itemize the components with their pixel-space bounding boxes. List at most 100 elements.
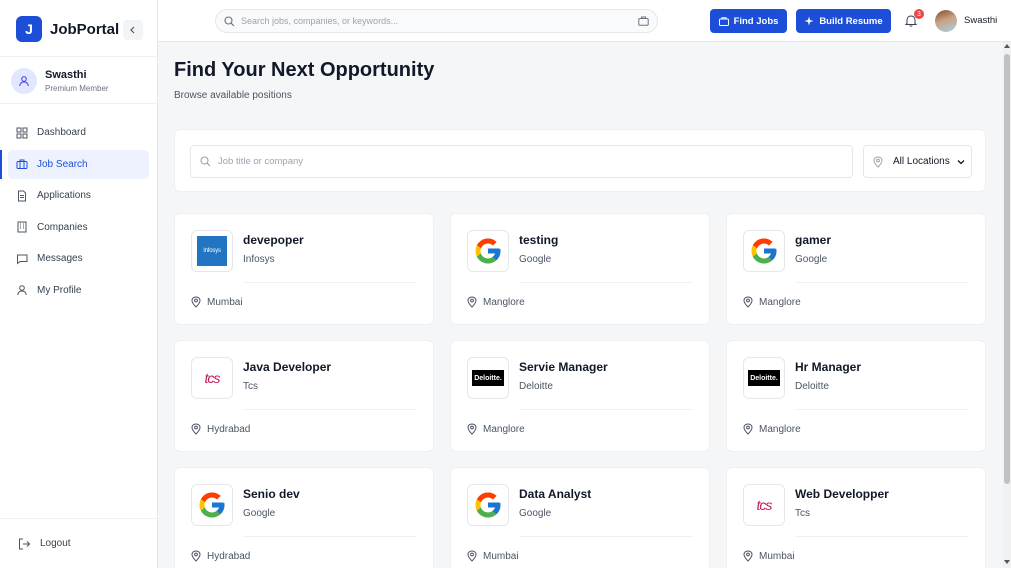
sidebar-item-job-search[interactable]: Job Search	[0, 149, 149, 179]
job-location-label: Manglore	[759, 423, 801, 435]
notification-badge: 3	[914, 9, 924, 19]
job-location-label: Manglore	[483, 423, 525, 435]
briefcase-icon	[718, 16, 729, 26]
sidebar-nav: Dashboard Job Search Applications Compan…	[0, 118, 149, 308]
job-card[interactable]: tcs Java Developer Tcs Hydrabad	[174, 340, 434, 452]
sidebar-item-label: Applications	[37, 190, 91, 202]
job-card[interactable]: Deloitte. Servie Manager Deloitte Manglore	[450, 340, 710, 452]
job-company: Infosys	[243, 254, 275, 265]
briefcase-icon[interactable]	[638, 16, 649, 26]
sidebar-item-dashboard[interactable]: Dashboard	[8, 118, 149, 147]
top-bar: Search jobs, companies, or keywords... F…	[158, 0, 1011, 42]
company-logo: Deloitte.	[743, 357, 785, 399]
job-location: Hydrabad	[191, 423, 250, 435]
google-logo	[751, 238, 777, 264]
job-card[interactable]: Infosys devepoper Infosys Mumbai	[174, 213, 434, 325]
job-title[interactable]: Data Analyst	[519, 487, 591, 501]
infosys-logo: Infosys	[197, 236, 227, 266]
job-title[interactable]: Servie Manager	[519, 360, 608, 374]
divider	[243, 282, 417, 283]
job-card[interactable]: testing Google Manglore	[450, 213, 710, 325]
job-location: Manglore	[743, 423, 801, 435]
location-pin-icon	[191, 296, 201, 308]
collapse-sidebar-button[interactable]	[123, 20, 143, 40]
job-card[interactable]: gamer Google Manglore	[726, 213, 986, 325]
brand-logo: J	[16, 16, 42, 42]
location-pin-icon	[191, 550, 201, 562]
build-resume-button[interactable]: Build Resume	[796, 9, 891, 33]
company-logo	[743, 230, 785, 272]
location-pin-icon	[743, 550, 753, 562]
avatar[interactable]	[935, 10, 957, 32]
sidebar-item-applications[interactable]: Applications	[8, 181, 149, 210]
sidebar-item-my-profile[interactable]: My Profile	[8, 276, 149, 305]
job-location-label: Hydrabad	[207, 550, 251, 562]
tcs-logo: tcs	[756, 497, 773, 513]
job-location: Mumbai	[743, 550, 795, 562]
google-logo	[199, 492, 225, 518]
global-search-input[interactable]: Search jobs, companies, or keywords...	[215, 9, 658, 33]
top-user-name[interactable]: Swasthi	[964, 15, 997, 26]
company-logo	[467, 484, 509, 526]
sidebar-item-label: Companies	[37, 221, 88, 233]
job-title[interactable]: gamer	[795, 233, 831, 247]
tcs-logo: tcs	[204, 370, 221, 386]
job-card[interactable]: Senio dev Google Hydrabad	[174, 467, 434, 568]
job-location-label: Hydrabad	[207, 423, 251, 435]
sidebar-item-companies[interactable]: Companies	[8, 213, 149, 242]
divider	[795, 282, 969, 283]
scroll-thumb[interactable]	[1004, 54, 1010, 484]
user-card[interactable]: Swasthi Premium Member	[0, 56, 157, 104]
scroll-down-arrow[interactable]	[1004, 560, 1010, 564]
company-logo: Infosys	[191, 230, 233, 272]
logout-button[interactable]: Logout	[0, 518, 157, 568]
build-resume-label: Build Resume	[819, 15, 883, 27]
sidebar-item-label: Messages	[37, 253, 83, 265]
job-location: Mumbai	[467, 550, 519, 562]
job-card[interactable]: Data Analyst Google Mumbai	[450, 467, 710, 568]
job-card[interactable]: Deloitte. Hr Manager Deloitte Manglore	[726, 340, 986, 452]
job-title[interactable]: testing	[519, 233, 558, 247]
job-location-label: Mumbai	[759, 550, 795, 562]
message-icon	[17, 254, 28, 265]
notifications-button[interactable]: 3	[904, 9, 924, 32]
divider	[243, 409, 417, 410]
user-name: Swasthi	[45, 69, 87, 81]
brand[interactable]: J JobPortal	[16, 16, 119, 42]
job-company: Google	[243, 508, 276, 519]
location-pin-icon	[467, 296, 477, 308]
scroll-up-arrow[interactable]	[1004, 44, 1010, 48]
job-title[interactable]: Web Developper	[795, 487, 889, 501]
job-company: Tcs	[243, 381, 258, 392]
job-title[interactable]: Senio dev	[243, 487, 300, 501]
filter-card: Job title or company All Locations	[174, 129, 986, 192]
page-subtitle: Browse available positions	[174, 90, 292, 101]
job-card[interactable]: tcs Web Developper Tcs Mumbai	[726, 467, 986, 568]
location-pin-icon	[743, 296, 753, 308]
job-title[interactable]: Hr Manager	[795, 360, 861, 374]
global-search-placeholder: Search jobs, companies, or keywords...	[241, 16, 399, 26]
location-select[interactable]: All Locations	[863, 145, 972, 178]
job-location: Manglore	[467, 423, 525, 435]
job-company: Google	[795, 254, 828, 265]
brand-name: JobPortal	[50, 20, 120, 38]
job-title[interactable]: devepoper	[243, 233, 304, 247]
sidebar-item-messages[interactable]: Messages	[8, 244, 149, 273]
logout-label: Logout	[40, 538, 71, 549]
divider	[519, 536, 693, 537]
divider	[519, 282, 693, 283]
scrollbar[interactable]	[1003, 42, 1011, 568]
user-icon	[19, 76, 29, 87]
chevron-down-icon	[957, 159, 965, 164]
job-location: Manglore	[743, 296, 801, 308]
find-jobs-button[interactable]: Find Jobs	[710, 9, 787, 33]
job-search-input[interactable]: Job title or company	[190, 145, 853, 178]
company-logo	[467, 230, 509, 272]
job-company: Deloitte	[795, 381, 829, 392]
sidebar-item-label: Job Search	[37, 158, 88, 170]
divider	[795, 409, 969, 410]
job-title[interactable]: Java Developer	[243, 360, 331, 374]
divider	[795, 536, 969, 537]
company-logo	[191, 484, 233, 526]
user-avatar	[11, 68, 37, 94]
